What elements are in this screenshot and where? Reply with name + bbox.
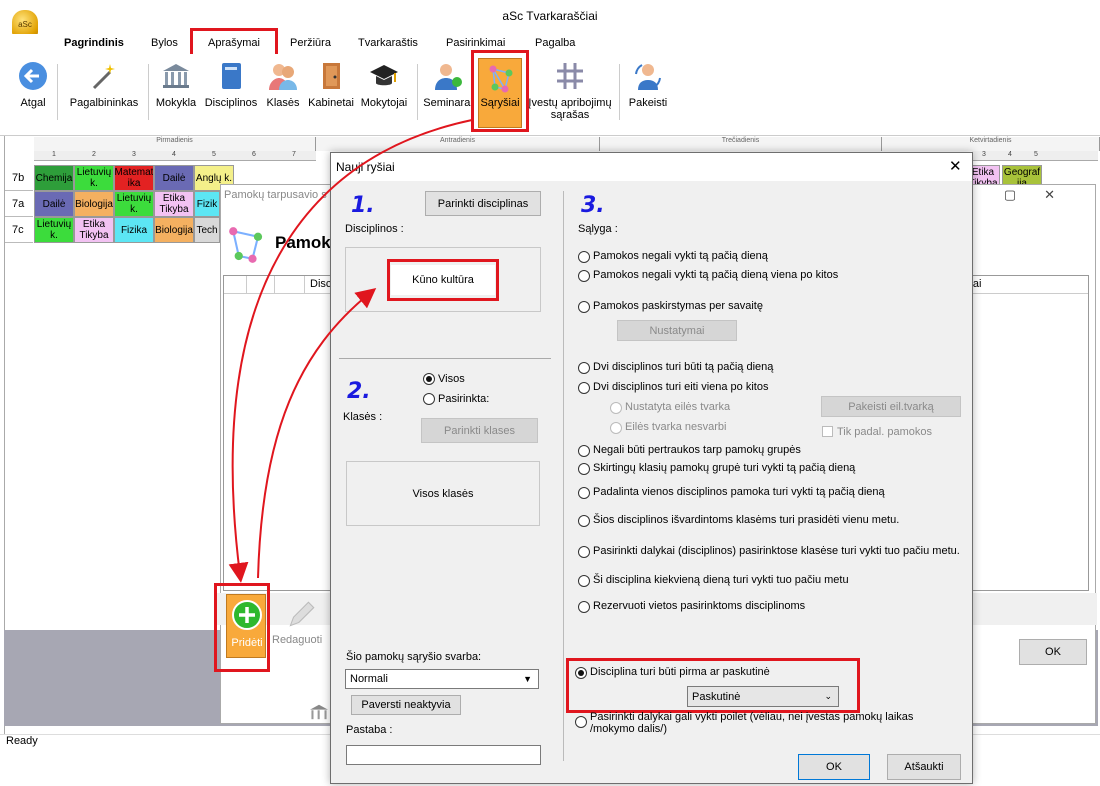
arrow-relations-to-add [228,119,473,583]
arrow-add-to-subject [257,287,377,579]
annotation-arrows [228,119,473,583]
